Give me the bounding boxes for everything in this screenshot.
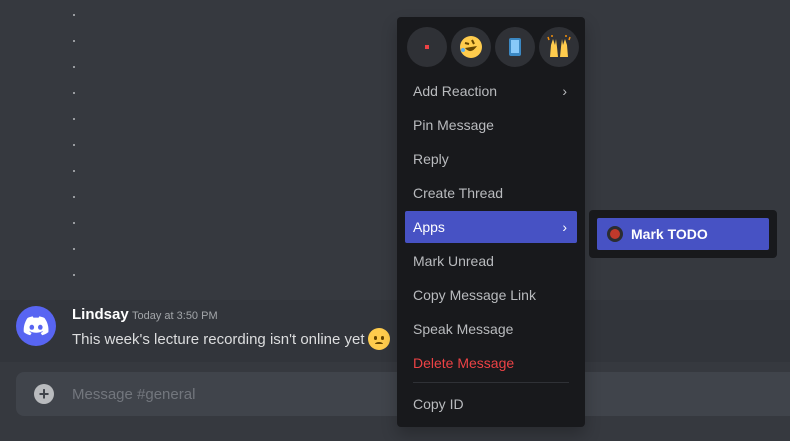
menu-label: Reply (413, 151, 449, 167)
rolling-laughing-icon (460, 36, 482, 58)
apps-submenu: Mark TODO (589, 210, 777, 258)
message-timestamp: Today at 3:50 PM (132, 310, 218, 322)
submenu-label: Mark TODO (631, 226, 708, 242)
dot (73, 222, 75, 224)
reaction-raising-hands-icon[interactable] (539, 27, 579, 67)
raising-hands-icon (547, 35, 571, 57)
menu-label: Mark Unread (413, 253, 494, 269)
chevron-right-icon: › (562, 83, 567, 99)
message-text: This week's lecture recording isn't onli… (72, 330, 365, 348)
add-attachment-button[interactable]: + (34, 384, 54, 404)
dot (73, 66, 75, 68)
app-avatar-icon (607, 226, 623, 242)
quick-reactions (407, 27, 579, 67)
message-row[interactable]: Lindsay Today at 3:50 PM This week's lec… (0, 300, 790, 362)
menu-item-speak-message[interactable]: Speak Message (405, 313, 577, 345)
menu-item-copy-message-link[interactable]: Copy Message Link (405, 279, 577, 311)
message-content: This week's lecture recording isn't onli… (72, 328, 390, 350)
menu-label: Delete Message (413, 355, 515, 371)
reaction-mobile-phone-icon[interactable] (495, 27, 535, 67)
frowning-face-emoji-icon[interactable] (367, 328, 390, 350)
dot (73, 170, 75, 172)
reaction-rolling-laughing-icon[interactable] (451, 27, 491, 67)
dot (73, 40, 75, 42)
avatar[interactable] (16, 306, 56, 346)
dot (73, 92, 75, 94)
dot (73, 274, 75, 276)
menu-item-delete-message[interactable]: Delete Message (405, 347, 577, 379)
menu-label: Copy Message Link (413, 287, 536, 303)
menu-label: Speak Message (413, 321, 514, 337)
dot (73, 118, 75, 120)
dot (73, 14, 75, 16)
chevron-right-icon: › (562, 219, 567, 235)
submenu-item-mark-todo[interactable]: Mark TODO (597, 218, 769, 250)
menu-label: Create Thread (413, 185, 504, 201)
reaction-small-red-square-icon[interactable] (407, 27, 447, 67)
menu-item-pin-message[interactable]: Pin Message (405, 109, 577, 141)
discord-logo-icon (23, 316, 49, 336)
dot (73, 248, 75, 250)
dot (73, 144, 75, 146)
menu-item-apps[interactable]: Apps › (405, 211, 577, 243)
menu-item-reply[interactable]: Reply (405, 143, 577, 175)
menu-label: Add Reaction (413, 83, 498, 99)
menu-item-create-thread[interactable]: Create Thread (405, 177, 577, 209)
menu-separator (413, 382, 569, 383)
menu-label: Pin Message (413, 117, 494, 133)
menu-item-mark-unread[interactable]: Mark Unread (405, 245, 577, 277)
menu-item-add-reaction[interactable]: Add Reaction › (405, 75, 577, 107)
dot (73, 196, 75, 198)
menu-item-copy-id[interactable]: Copy ID (405, 388, 577, 420)
menu-label: Copy ID (413, 396, 464, 412)
menu-label: Apps (413, 219, 445, 235)
message-context-menu: Add Reaction › Pin Message Reply Create … (397, 17, 585, 427)
message-author[interactable]: Lindsay (72, 306, 129, 323)
